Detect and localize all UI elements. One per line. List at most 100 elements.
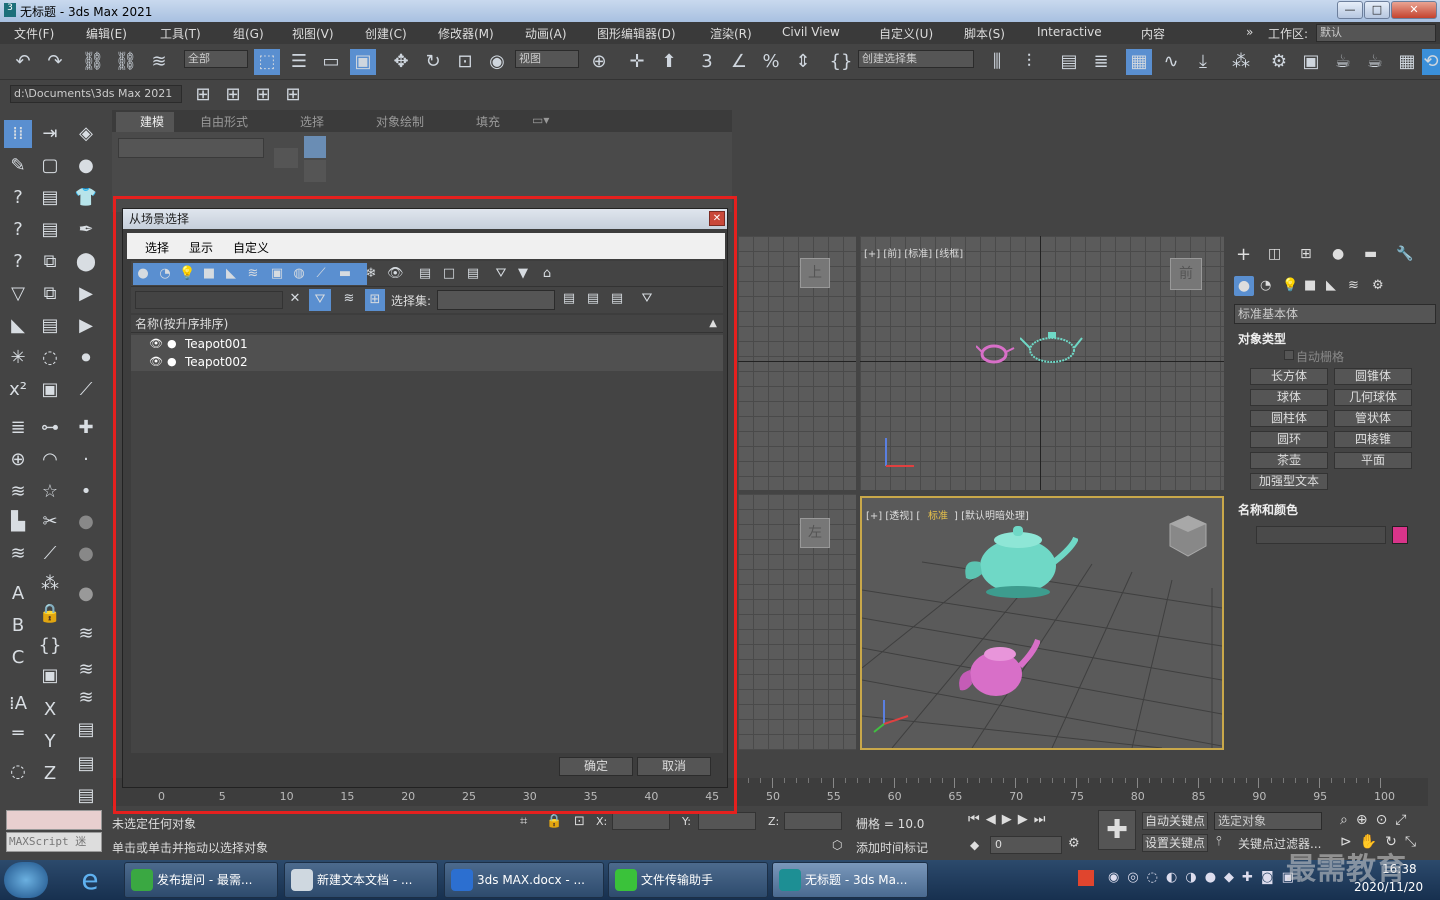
- viewport-top[interactable]: 上: [738, 236, 856, 490]
- angle-snap-icon[interactable]: ∠: [726, 49, 752, 75]
- layer-stack2-icon[interactable]: ≋: [4, 540, 32, 568]
- layer-stack3-icon[interactable]: ≋: [72, 620, 100, 648]
- teapot-button[interactable]: 茶壶: [1250, 452, 1328, 469]
- material-editor-icon[interactable]: ⁂: [1228, 49, 1254, 75]
- menu-animation[interactable]: 动画(A): [525, 25, 567, 42]
- ime-icon[interactable]: [1078, 870, 1094, 886]
- headset-icon[interactable]: ◠: [36, 446, 64, 474]
- render-online-icon[interactable]: ▦: [1394, 49, 1420, 75]
- select-by-name-icon[interactable]: ☰: [286, 49, 312, 75]
- time-config-gear-icon[interactable]: ⚙: [1068, 836, 1080, 851]
- keyboard-shortcut-icon[interactable]: ✛: [624, 49, 650, 75]
- ribbon-tool-icon[interactable]: [274, 148, 298, 168]
- menu-graph-editors[interactable]: 图形编辑器(D): [597, 25, 676, 42]
- object-category-dropdown[interactable]: 标准基本体: [1234, 304, 1436, 324]
- menu-edit[interactable]: 编辑(E): [86, 25, 127, 42]
- tab-selection[interactable]: 选择: [300, 113, 324, 130]
- rectangular-region-icon[interactable]: ▭: [318, 49, 344, 75]
- stack-icon[interactable]: ⧉: [36, 248, 64, 276]
- add-time-tag[interactable]: 添加时间标记: [856, 839, 928, 856]
- tab-freeform[interactable]: 自由形式: [200, 113, 248, 130]
- absolute-mode-icon[interactable]: ⊡: [574, 814, 585, 829]
- selected-dropdown[interactable]: 选定对象: [1214, 812, 1322, 830]
- scissors-icon[interactable]: ✂: [36, 508, 64, 536]
- viewport-persp-label-a[interactable]: [+] [透视] [: [866, 507, 920, 522]
- x-power-icon[interactable]: x²: [4, 376, 32, 404]
- plus-icon[interactable]: ✚: [72, 414, 100, 442]
- schematic-view-icon[interactable]: ⤓: [1190, 49, 1216, 75]
- box4-icon[interactable]: ▤: [72, 716, 100, 744]
- redo-icon[interactable]: ↷: [42, 49, 68, 75]
- pyramid-button[interactable]: 四棱锥: [1334, 431, 1412, 448]
- current-frame-input[interactable]: 0: [990, 836, 1062, 854]
- geosphere-button[interactable]: 几何球体: [1334, 389, 1412, 406]
- project-path-dropdown[interactable]: d:\Documents\3ds Max 2021: [10, 85, 182, 103]
- render-icon[interactable]: ☕: [1330, 49, 1356, 75]
- menu-scripting[interactable]: 脚本(S): [964, 25, 1005, 42]
- viewport-layout-icon[interactable]: ⇥: [36, 120, 64, 148]
- named-selection-dropdown[interactable]: 创建选择集: [858, 50, 974, 68]
- chevron-right-icon[interactable]: »: [1246, 25, 1253, 39]
- percent-snap-icon[interactable]: %: [758, 49, 784, 75]
- select-object-icon[interactable]: ⬚: [254, 49, 280, 75]
- layer-stack4-icon[interactable]: ≋: [72, 656, 100, 684]
- autogrid-checkbox[interactable]: [1284, 350, 1294, 360]
- tube-button[interactable]: 管状体: [1334, 410, 1412, 427]
- viewport-perspective[interactable]: [+] [透视] [ 标准 ] [默认明暗处理]: [860, 496, 1224, 750]
- color-swatch[interactable]: [1392, 526, 1408, 544]
- open-project-icon[interactable]: ⊞: [220, 82, 246, 108]
- scene-explorer-icon[interactable]: ▤: [1056, 49, 1082, 75]
- menu-civil-view[interactable]: Civil View: [782, 25, 840, 39]
- menu-create[interactable]: 创建(C): [365, 25, 407, 42]
- reference-coordinate-dropdown[interactable]: 视图: [515, 50, 579, 68]
- undo-icon[interactable]: ↶: [10, 49, 36, 75]
- viewcube-left[interactable]: 左: [800, 518, 830, 548]
- brush-icon[interactable]: ✎: [4, 152, 32, 180]
- menu-modifiers[interactable]: 修改器(M): [438, 25, 494, 42]
- rotate-icon[interactable]: ↻: [420, 49, 446, 75]
- cursor-box-icon[interactable]: ▙: [4, 508, 32, 536]
- save-icon[interactable]: ▣: [36, 376, 64, 404]
- star2-icon[interactable]: ☆: [36, 478, 64, 506]
- add-layer-icon[interactable]: ⊕: [4, 446, 32, 474]
- axis-y-icon[interactable]: Y: [36, 728, 64, 756]
- section-object-type[interactable]: 对象类型: [1238, 330, 1286, 347]
- paint-icon[interactable]: ▽: [4, 280, 32, 308]
- link-icon[interactable]: ⛓: [80, 49, 106, 75]
- list-icon[interactable]: ≣: [4, 414, 32, 442]
- task-item-5[interactable]: 无标题 - 3ds Ma...: [772, 862, 928, 898]
- dotted-circle-icon[interactable]: ◌: [4, 758, 32, 786]
- ruler-icon[interactable]: ═: [4, 720, 32, 748]
- playback-controls[interactable]: ⏮◀▶▶⏭: [968, 812, 1051, 827]
- axis-z-icon[interactable]: Z: [36, 760, 64, 788]
- viewport-persp-label-b[interactable]: 标准: [928, 507, 948, 522]
- box-icon[interactable]: ▤: [36, 184, 64, 212]
- lock-icon[interactable]: 🔒: [36, 600, 64, 628]
- tab-object-paint[interactable]: 对象绘制: [376, 113, 424, 130]
- align-icon[interactable]: ⫶: [1016, 49, 1042, 75]
- workspace-dropdown[interactable]: 默认: [1316, 24, 1436, 42]
- viewport-front-label[interactable]: [+] [前] [标准] [线框]: [864, 245, 963, 260]
- layer-stack-icon[interactable]: ≋: [4, 478, 32, 506]
- text-b-icon[interactable]: B: [4, 612, 32, 640]
- layer-stack5-icon[interactable]: ≋: [72, 684, 100, 712]
- menu-customize[interactable]: 自定义(U): [879, 25, 933, 42]
- task-item-4[interactable]: 文件传输助手: [608, 862, 768, 898]
- box5-icon[interactable]: ▤: [72, 750, 100, 778]
- section-name-color[interactable]: 名称和颜色: [1238, 501, 1298, 518]
- layer-explorer-icon[interactable]: ≣: [1088, 49, 1114, 75]
- tab-populate[interactable]: 填充: [476, 113, 500, 130]
- axis-x-icon[interactable]: X: [36, 696, 64, 724]
- close-icon[interactable]: ✕: [1391, 1, 1437, 19]
- feather-icon[interactable]: ⟋: [72, 376, 100, 404]
- question2-icon[interactable]: ?: [4, 216, 32, 244]
- question-icon[interactable]: ?: [4, 184, 32, 212]
- key-mode-icon[interactable]: ⫯: [1216, 834, 1222, 849]
- geometry-icon[interactable]: ●: [1234, 276, 1254, 296]
- ribbon-active-tool-icon[interactable]: [304, 136, 326, 158]
- systems-icon[interactable]: ⚙: [1372, 278, 1384, 293]
- shapes-icon[interactable]: ●: [72, 152, 100, 180]
- box3-icon[interactable]: ▣: [36, 662, 64, 690]
- teapot-wire-pink[interactable]: [976, 336, 1016, 366]
- torus-button[interactable]: 圆环: [1250, 431, 1328, 448]
